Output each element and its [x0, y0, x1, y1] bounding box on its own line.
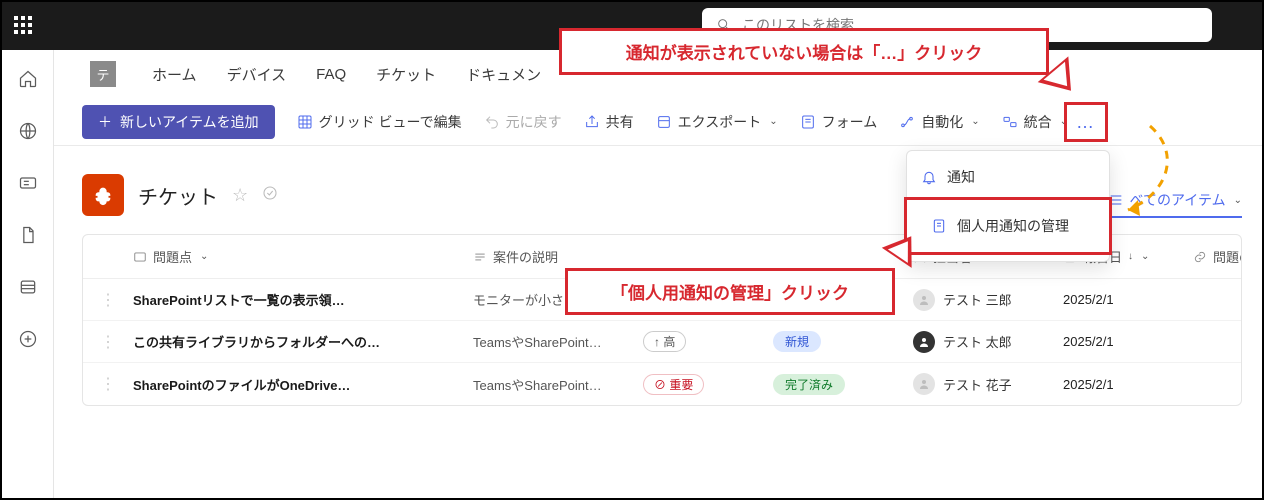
- drag-handle-icon[interactable]: ⋮: [83, 332, 133, 352]
- grid-edit-button[interactable]: グリッド ビューで編集: [297, 112, 462, 132]
- link-icon: [1193, 250, 1207, 264]
- overflow-button[interactable]: …: [1076, 112, 1096, 133]
- automate-icon: [899, 114, 915, 130]
- row-assignee: テスト 三郎: [913, 289, 1063, 311]
- avatar-icon: [913, 373, 935, 395]
- priority-pill: ↑ 高: [643, 331, 686, 352]
- share-icon: [584, 114, 600, 130]
- note-icon: [931, 218, 947, 234]
- drag-handle-icon[interactable]: ⋮: [83, 290, 133, 310]
- view-label: べてのアイテム: [1130, 190, 1226, 210]
- undo-label: 元に戻す: [506, 112, 562, 132]
- col-source[interactable]: 問題のソー: [1193, 247, 1242, 266]
- privacy-icon: [262, 185, 278, 206]
- annotation-callout-2: 「個人用通知の管理」クリック: [565, 268, 895, 315]
- add-icon[interactable]: [17, 328, 39, 350]
- globe-icon[interactable]: [17, 120, 39, 142]
- plus-icon: ＋: [98, 112, 112, 132]
- grid-edit-label: グリッド ビューで編集: [319, 112, 462, 132]
- nav-faq[interactable]: FAQ: [316, 66, 346, 83]
- col-description[interactable]: 案件の説明: [473, 247, 643, 266]
- list-icon-tile: [82, 174, 124, 216]
- integrate-button[interactable]: 統合⌄: [1002, 112, 1068, 132]
- home-icon[interactable]: [17, 68, 39, 90]
- avatar-icon: [913, 289, 935, 311]
- status-pill: 新規: [773, 331, 821, 352]
- view-selector[interactable]: べてのアイテム ⌄: [1108, 190, 1242, 218]
- row-title[interactable]: SharePointのファイルがOneDrive…: [133, 375, 473, 394]
- export-icon: [656, 114, 672, 130]
- list-title: チケット: [138, 181, 218, 210]
- form-button[interactable]: フォーム: [800, 112, 878, 132]
- chevron-down-icon: ⌄: [1234, 195, 1242, 206]
- menu-manage-personal-label: 個人用通知の管理: [957, 216, 1069, 236]
- undo-button[interactable]: 元に戻す: [484, 112, 562, 132]
- new-item-label: 新しいアイテムを追加: [120, 112, 259, 132]
- table-row[interactable]: ⋮ SharePointのファイルがOneDrive… TeamsやShareP…: [83, 363, 1241, 405]
- share-button[interactable]: 共有: [584, 112, 634, 132]
- grid-icon: [297, 114, 313, 130]
- nav-device[interactable]: デバイス: [227, 64, 287, 85]
- new-item-button[interactable]: ＋ 新しいアイテムを追加: [82, 105, 275, 139]
- automate-button[interactable]: 自動化 ⌄: [899, 112, 979, 132]
- form-label: フォーム: [822, 112, 878, 132]
- automate-label: 自動化: [921, 112, 963, 132]
- chevron-down-icon: ⌄: [769, 116, 777, 127]
- menu-notify[interactable]: 通知: [907, 157, 1109, 197]
- nav-document[interactable]: ドキュメン: [466, 64, 541, 85]
- integrate-icon: [1002, 114, 1018, 130]
- integrate-label: 統合: [1024, 112, 1052, 132]
- export-label: エクスポート: [678, 112, 762, 132]
- status-pill: 完了済み: [773, 374, 845, 395]
- undo-icon: [484, 114, 500, 130]
- row-desc: TeamsやSharePoint…: [473, 375, 643, 394]
- text-icon: [133, 250, 147, 264]
- bell-icon: [921, 169, 937, 185]
- share-label: 共有: [606, 112, 634, 132]
- col-issue[interactable]: 問題点 ⌄: [133, 247, 473, 266]
- nav-home[interactable]: ホーム: [152, 64, 197, 85]
- row-title[interactable]: この共有ライブラリからフォルダーへの…: [133, 332, 473, 351]
- drag-handle-icon[interactable]: ⋮: [83, 374, 133, 394]
- app-launcher-icon[interactable]: [14, 16, 34, 36]
- form-icon: [800, 114, 816, 130]
- menu-manage-personal[interactable]: 個人用通知の管理: [921, 210, 1079, 242]
- table-row[interactable]: ⋮ この共有ライブラリからフォルダーへの… TeamsやSharePoint… …: [83, 321, 1241, 363]
- left-rail: [2, 50, 54, 498]
- row-desc: TeamsやSharePoint…: [473, 332, 643, 351]
- chevron-down-icon: ⌄: [971, 116, 979, 127]
- row-title[interactable]: SharePointリストで一覧の表示領…: [133, 290, 473, 309]
- news-icon[interactable]: [17, 172, 39, 194]
- list-icon[interactable]: [17, 276, 39, 298]
- lines-icon: [473, 250, 487, 264]
- bug-icon: [92, 184, 114, 206]
- row-assignee: テスト 花子: [913, 373, 1063, 395]
- menu-manage-personal-highlight: 個人用通知の管理: [904, 197, 1112, 255]
- favorite-star-icon[interactable]: ☆: [232, 185, 248, 206]
- row-assignee: テスト 太郎: [913, 331, 1063, 353]
- file-icon[interactable]: [17, 224, 39, 246]
- row-date: 2025/2/1: [1063, 292, 1193, 307]
- export-button[interactable]: エクスポート ⌄: [656, 112, 778, 132]
- overflow-menu: 通知 個人用通知の管理: [906, 150, 1110, 262]
- row-date: 2025/2/1: [1063, 377, 1193, 392]
- avatar-icon: [913, 331, 935, 353]
- site-logo[interactable]: テ: [90, 61, 116, 87]
- nav-ticket[interactable]: チケット: [376, 64, 436, 85]
- priority-pill: ⊘ 重要: [643, 374, 704, 395]
- row-date: 2025/2/1: [1063, 334, 1193, 349]
- overflow-button-highlight: …: [1064, 102, 1108, 142]
- menu-notify-label: 通知: [947, 167, 975, 187]
- annotation-callout-1: 通知が表示されていない場合は「…」クリック: [559, 28, 1049, 75]
